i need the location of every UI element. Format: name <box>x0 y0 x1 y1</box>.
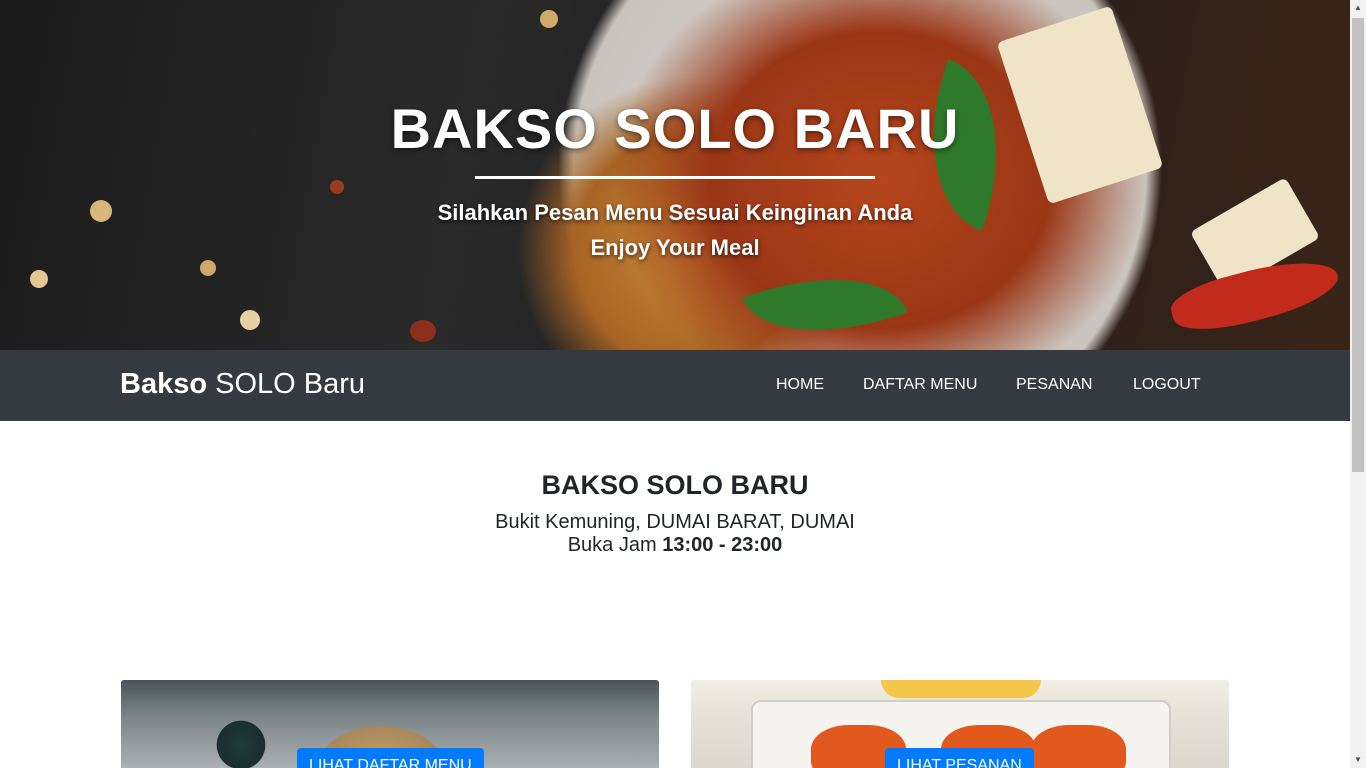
hero-spice-image <box>240 310 260 330</box>
hero-title: BAKSO SOLO BARU <box>390 97 960 160</box>
menu-card: LIHAT DAFTAR MENU <box>121 680 659 768</box>
navbar-brand[interactable]: Bakso SOLO Baru <box>120 368 365 401</box>
hero-divider <box>475 176 875 179</box>
order-card-banner-image <box>881 680 1041 698</box>
order-card: LIHAT PESANAN <box>691 680 1229 768</box>
brand-rest-text: SOLO Baru <box>207 368 366 400</box>
opening-hours: Buka Jam 13:00 - 23:00 <box>0 534 1350 557</box>
view-menu-button[interactable]: LIHAT DAFTAR MENU <box>297 748 484 768</box>
hero-tagline: Enjoy Your Meal <box>590 235 760 260</box>
hero-basil-leaf-image <box>742 246 908 350</box>
hero-subtitle: Silahkan Pesan Menu Sesuai Keinginan And… <box>437 200 913 225</box>
restaurant-info: BAKSO SOLO BARU Bukit Kemuning, DUMAI BA… <box>0 470 1350 557</box>
brand-bold-text: Bakso <box>120 368 208 400</box>
hero-spice-image <box>540 10 558 28</box>
hero-spice-image <box>410 320 436 342</box>
nav-item-logout[interactable]: LOGOUT <box>1133 376 1201 394</box>
hero-spice-image <box>30 270 48 288</box>
view-orders-button[interactable]: LIHAT PESANAN <box>885 748 1034 768</box>
food-portion-image <box>1031 725 1126 768</box>
triangle-up-icon[interactable]: ▲ <box>1350 0 1366 16</box>
hero-spice-image <box>330 180 344 194</box>
opening-hours-value: 13:00 - 23:00 <box>662 534 783 556</box>
restaurant-address: Bukit Kemuning, DUMAI BARAT, DUMAI <box>495 511 855 533</box>
page-scrollbar[interactable]: ▲ ▼ <box>1350 0 1366 768</box>
opening-hours-label: Buka Jam <box>567 534 663 556</box>
restaurant-name: BAKSO SOLO BARU <box>541 470 809 500</box>
nav-item-daftar-menu[interactable]: DAFTAR MENU <box>863 376 977 394</box>
scrollbar-thumb[interactable] <box>1352 18 1364 472</box>
hero-banner: BAKSO SOLO BARU Silahkan Pesan Menu Sesu… <box>0 0 1350 350</box>
nav-item-home[interactable]: HOME <box>776 376 824 394</box>
nav-item-pesanan[interactable]: PESANAN <box>1016 376 1092 394</box>
triangle-down-icon[interactable]: ▼ <box>1350 752 1366 768</box>
navbar: Bakso SOLO Baru HOME DAFTAR MENU PESANAN… <box>0 350 1350 421</box>
hero-spice-image <box>200 260 216 276</box>
